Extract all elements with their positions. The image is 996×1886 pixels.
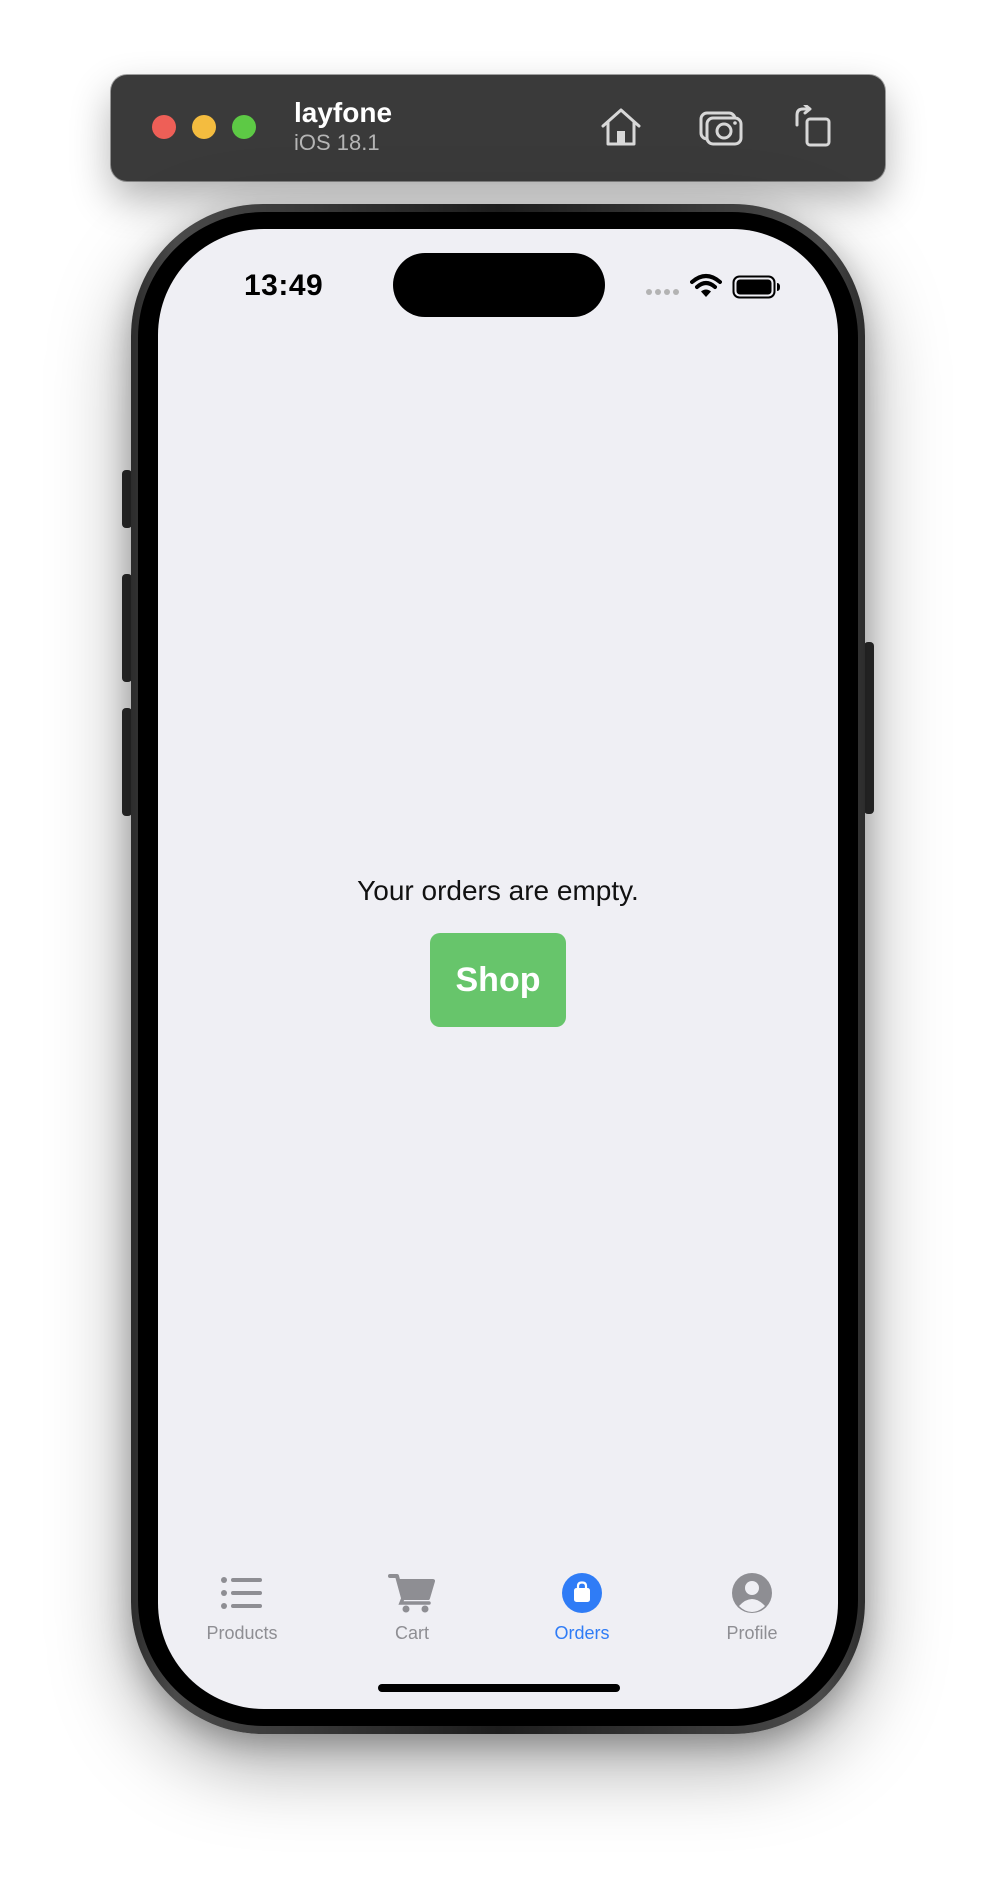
home-button[interactable]: [596, 102, 646, 152]
simulator-toolbar: [111, 75, 885, 181]
bag-icon: [562, 1573, 602, 1613]
rotate-icon: [795, 105, 831, 147]
person-icon: [732, 1573, 772, 1613]
tab-orders[interactable]: Orders: [507, 1569, 657, 1659]
shop-button[interactable]: Shop: [430, 933, 566, 1027]
device-name: layfone: [294, 97, 393, 128]
power-button: [864, 642, 874, 814]
zoom-window-button[interactable]: [232, 115, 256, 139]
dynamic-island: [393, 253, 605, 317]
tab-label: Products: [206, 1623, 278, 1643]
tab-cart[interactable]: Cart: [337, 1569, 487, 1659]
list-icon: [221, 1577, 262, 1609]
tab-label: Profile: [726, 1623, 778, 1643]
wifi-icon: [690, 274, 722, 297]
close-window-button[interactable]: [152, 115, 176, 139]
screenshot-icon: [699, 111, 743, 146]
rotate-button[interactable]: [788, 102, 838, 152]
screenshot-button[interactable]: [696, 102, 746, 152]
tab-label: Orders: [554, 1623, 610, 1643]
tab-label: Cart: [394, 1623, 429, 1643]
home-icon: [601, 108, 641, 146]
cellular-signal-icon: [646, 289, 679, 295]
minimize-window-button[interactable]: [192, 115, 216, 139]
tab-bar: Products Cart Orders Profile: [158, 1569, 838, 1669]
status-time: 13:49: [244, 269, 324, 302]
empty-orders-message: Your orders are empty.: [357, 875, 639, 906]
tab-profile[interactable]: Profile: [677, 1569, 827, 1659]
battery-icon: [732, 275, 780, 299]
home-indicator[interactable]: [378, 1684, 620, 1692]
cart-icon: [388, 1574, 435, 1613]
tab-products[interactable]: Products: [167, 1569, 317, 1659]
os-version: iOS 18.1: [294, 130, 380, 155]
phone-screen: 13:49 Your orders are empty. Shop Produc…: [158, 229, 838, 1709]
